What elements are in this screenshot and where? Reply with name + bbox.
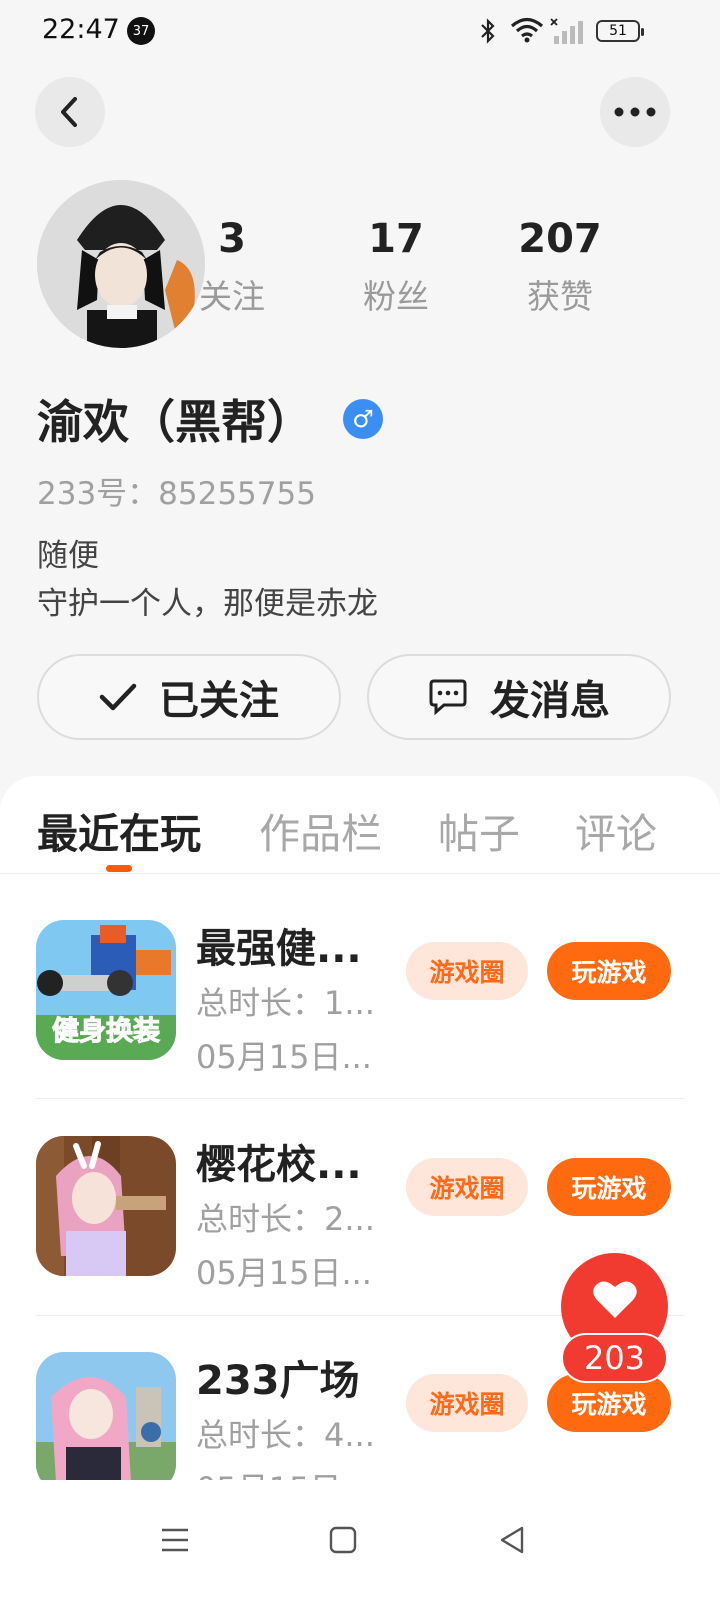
game-duration: 总时长：4...: [196, 1416, 375, 1454]
home-button[interactable]: [313, 1510, 373, 1570]
heart-icon: [592, 1280, 637, 1318]
more-options-button[interactable]: [600, 77, 670, 147]
game-duration: 总时长：2...: [196, 1200, 375, 1238]
stat-value: 17: [368, 216, 424, 262]
game-icon-caption: 健身换装: [52, 1015, 160, 1047]
stat-label: 获赞: [527, 277, 593, 316]
recent-apps-button[interactable]: [145, 1510, 205, 1570]
back-nav-button[interactable]: [482, 1510, 542, 1570]
chevron-left-icon: [61, 97, 77, 127]
active-tab-indicator: [106, 865, 132, 872]
tab-comments[interactable]: 评论: [575, 800, 657, 860]
send-message-button[interactable]: 发消息: [367, 654, 671, 740]
bluetooth-icon: [481, 18, 495, 44]
game-icon-image: 健身换装: [36, 920, 176, 1060]
followed-label: 已关注: [159, 678, 279, 724]
game-circle-button[interactable]: 游戏圈: [406, 1374, 528, 1432]
male-icon: ♂: [343, 399, 383, 439]
game-duration: 总时长：1...: [196, 984, 375, 1022]
game-icon[interactable]: 健身换装: [36, 920, 176, 1060]
chat-bubble-icon: [429, 679, 467, 716]
like-count: 203: [561, 1333, 668, 1383]
more-dots-icon: [614, 107, 656, 117]
wifi-icon: [510, 17, 544, 43]
game-title: 樱花校...: [196, 1142, 362, 1188]
stat-likes[interactable]: 207 获赞: [500, 216, 620, 318]
game-title: 最强健...: [196, 926, 362, 972]
menu-lines-icon: [162, 1528, 188, 1552]
checkmark-icon: [99, 683, 137, 711]
bio-line-2: 守护一个人，那便是赤龙: [37, 586, 378, 622]
stat-value: 207: [518, 216, 602, 262]
tab-works[interactable]: 作品栏: [259, 800, 382, 860]
game-list-item[interactable]: 健身换装 最强健... 总时长：1... 05月15日... 游戏圈 玩游戏: [0, 900, 720, 1116]
stat-label: 关注: [199, 277, 265, 316]
tab-posts[interactable]: 帖子: [438, 800, 520, 860]
game-icon-image: [36, 1352, 176, 1480]
game-date: 05月15日...: [196, 1254, 371, 1292]
play-game-button[interactable]: 玩游戏: [547, 1158, 671, 1216]
stat-label: 粉丝: [363, 277, 429, 316]
status-time: 22:47: [42, 14, 120, 45]
square-icon: [329, 1526, 357, 1554]
game-icon-image: [36, 1136, 176, 1276]
tab-bar: 最近在玩 作品栏 帖子 评论: [0, 776, 720, 874]
game-date: 05月15日...: [196, 1464, 371, 1480]
followed-button[interactable]: 已关注: [37, 654, 341, 740]
game-icon[interactable]: [36, 1136, 176, 1276]
game-date: 05月15日...: [196, 1038, 371, 1076]
tab-recent-playing[interactable]: 最近在玩: [37, 800, 201, 860]
system-nav-bar: [0, 1480, 720, 1600]
user-id[interactable]: 233号：85255755: [37, 468, 316, 513]
stat-value: 3: [218, 216, 246, 262]
battery-indicator: 51: [596, 20, 644, 42]
game-circle-button[interactable]: 游戏圈: [406, 1158, 528, 1216]
stat-following[interactable]: 3 关注: [172, 216, 292, 318]
game-circle-button[interactable]: 游戏圈: [406, 942, 528, 1000]
triangle-back-icon: [500, 1526, 524, 1554]
back-button[interactable]: [35, 77, 105, 147]
user-name: 渝欢（黑帮）: [37, 395, 313, 449]
divider: [36, 1098, 684, 1099]
cellular-signal-icon: [550, 18, 583, 44]
status-bar: 22:47 37 51: [0, 0, 720, 64]
name-row: 渝欢（黑帮） ♂: [37, 386, 383, 452]
bio-line-1: 随便: [37, 538, 99, 574]
send-message-label: 发消息: [490, 678, 610, 724]
notification-badge: 37: [127, 17, 155, 45]
game-title: 233广场: [196, 1358, 360, 1404]
game-icon[interactable]: [36, 1352, 176, 1480]
stat-followers[interactable]: 17 粉丝: [336, 216, 456, 318]
play-game-button[interactable]: 玩游戏: [547, 942, 671, 1000]
